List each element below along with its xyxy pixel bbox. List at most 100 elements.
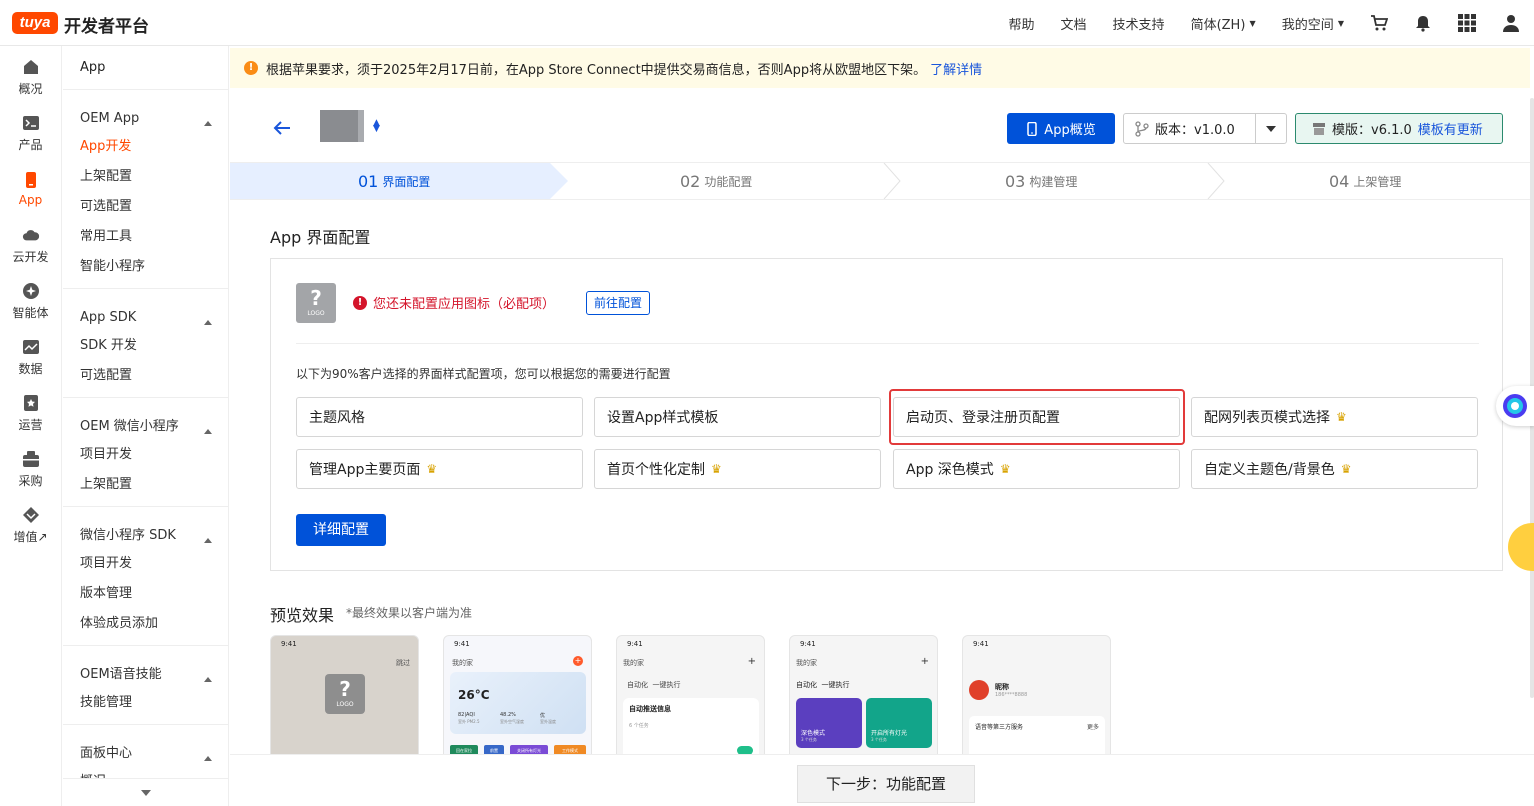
ai-assistant-button[interactable]	[1496, 386, 1534, 426]
sidebar-group-header[interactable]: App SDK	[80, 289, 228, 331]
preview-phone-home[interactable]: 9:41 我的家 + 26°C 82|AQI 室外 PM2.5 48.2% 室外…	[443, 635, 592, 765]
apps-grid-icon[interactable]	[1458, 14, 1476, 32]
next-step-button[interactable]: 下一步：功能配置	[797, 765, 975, 803]
sidebar-group-header[interactable]: 微信小程序 SDK	[80, 507, 228, 549]
version-dropdown-toggle[interactable]	[1256, 125, 1286, 132]
sidebar-item-miniprogram[interactable]: 智能小程序	[80, 252, 228, 282]
rail-label: 云开发	[12, 249, 49, 264]
option-label: 首页个性化定制	[607, 462, 705, 478]
app-overview-button[interactable]: App概览	[1007, 113, 1115, 144]
more-label: 更多	[1086, 724, 1099, 731]
step-4[interactable]: 04 上架管理	[1329, 163, 1401, 199]
rail-label: 采购	[18, 473, 43, 488]
bell-icon[interactable]	[1414, 14, 1432, 32]
status-time: 9:41	[973, 640, 989, 648]
warning-text: 您还未配置应用图标（必配项）	[373, 297, 556, 312]
back-arrow-icon[interactable]	[272, 118, 292, 138]
home-name: 我的家	[452, 659, 473, 667]
step-1[interactable]: 01 界面配置	[358, 163, 430, 199]
detail-config-button[interactable]: 详细配置	[296, 514, 386, 546]
option-dark-mode[interactable]: App 深色模式 ♛	[893, 449, 1180, 489]
option-app-template[interactable]: 设置App样式模板	[594, 397, 881, 437]
preview-phone-profile[interactable]: 9:41 昵称 186****8888 语音等第三方服务 更多	[962, 635, 1111, 765]
sidebar-group-header[interactable]: 面板中心	[80, 725, 228, 767]
logo-text: LOGO	[307, 310, 325, 317]
add-icon: +	[573, 656, 583, 666]
nickname: 昵称	[995, 683, 1009, 691]
step-number: 03	[1005, 171, 1026, 191]
version-selector[interactable]: 版本：v1.0.0	[1123, 113, 1287, 144]
preview-phone-splash[interactable]: 9:41 跳过 ? LOGO	[270, 635, 419, 765]
cart-box-icon	[22, 450, 40, 468]
preview-phone-scenes[interactable]: 9:41 我的家 + 自动化 一键执行 深色模式 3 个任务 开启所有灯光 3 …	[789, 635, 938, 765]
sidebar-item-listing[interactable]: 上架配置	[80, 162, 228, 192]
home-name: 我的家	[623, 659, 644, 667]
option-theme-style[interactable]: 主题风格	[296, 397, 583, 437]
sidebar-group-header[interactable]: OEM语音技能	[80, 646, 228, 688]
option-theme-color[interactable]: 自定义主题色/背景色 ♛	[1191, 449, 1478, 489]
banner-learn-more-link[interactable]: 了解详情	[930, 59, 982, 78]
sidebar-item-tools[interactable]: 常用工具	[80, 222, 228, 252]
support-link[interactable]: 技术支持	[1113, 14, 1165, 33]
rail-item-operation[interactable]: 运营	[0, 385, 61, 441]
branch-icon	[1135, 120, 1149, 137]
skip-label: 跳过	[396, 659, 410, 667]
rail-item-data[interactable]: 数据	[0, 329, 61, 385]
sidebar-item-optional[interactable]: 可选配置	[80, 192, 228, 222]
step-3[interactable]: 03 构建管理	[1005, 163, 1077, 199]
option-main-pages[interactable]: 管理App主要页面 ♛	[296, 449, 583, 489]
rail-item-app[interactable]: App	[0, 161, 61, 217]
step-label: 构建管理	[1029, 174, 1078, 189]
go-config-button[interactable]: 前往配置	[586, 291, 651, 315]
secondary-sidebar: App OEM App App开发 上架配置 可选配置 常用工具 智能小程序 A…	[63, 46, 229, 806]
language-label: 简体(ZH)	[1190, 17, 1246, 33]
user-icon[interactable]	[1502, 14, 1520, 32]
caret-up-icon	[204, 429, 212, 434]
platform-brand[interactable]: 开发者平台	[64, 12, 149, 37]
caret-down-icon: ▼	[1249, 18, 1256, 28]
step-2[interactable]: 02 功能配置	[680, 163, 752, 199]
sidebar-item-project-dev[interactable]: 项目开发	[80, 440, 228, 470]
rail-item-product[interactable]: 产品	[0, 105, 61, 161]
sidebar-item-sdk-dev[interactable]: SDK 开发	[80, 331, 228, 361]
rail-item-cloud[interactable]: 云开发	[0, 217, 61, 273]
app-icon-placeholder[interactable]: ? LOGO	[296, 283, 336, 323]
cart-icon[interactable]	[1370, 14, 1388, 32]
help-link[interactable]: 帮助	[1009, 14, 1035, 33]
sidebar-group-header[interactable]: OEM App	[80, 90, 228, 132]
sidebar-item-sdk-optional[interactable]: 可选配置	[80, 361, 228, 391]
sidebar-item-app-dev[interactable]: App开发	[80, 132, 228, 162]
template-version-button[interactable]: 模版：v6.1.0 模板有更新	[1295, 113, 1503, 144]
sidebar-item-skill-mgmt[interactable]: 技能管理	[80, 688, 228, 718]
step-label: 功能配置	[704, 174, 753, 189]
template-label: 模版：v6.1.0	[1332, 123, 1412, 138]
phone-number: 186****8888	[995, 692, 1028, 698]
preview-phone-automation[interactable]: 9:41 我的家 + 自动化 一键执行 自动推送信息 6 个任务	[616, 635, 765, 765]
sidebar-group-header[interactable]: OEM 微信小程序	[80, 398, 228, 440]
primary-nav-rail: 概况 产品 App 云开发 智能体 数据 运营 采购 增值↗	[0, 46, 62, 806]
caret-up-icon	[204, 677, 212, 682]
air-quality: 优	[540, 713, 546, 719]
option-home-custom[interactable]: 首页个性化定制 ♛	[594, 449, 881, 489]
rail-item-purchase[interactable]: 采购	[0, 441, 61, 497]
rail-item-value-added[interactable]: 增值↗	[0, 497, 61, 553]
sidebar-scroll-down[interactable]	[63, 778, 228, 806]
sidebar-item-test-members[interactable]: 体验成员添加	[80, 609, 228, 639]
sidebar-item-wechat-listing[interactable]: 上架配置	[80, 470, 228, 500]
card-sub: 3 个任务	[871, 737, 887, 742]
rail-item-overview[interactable]: 概况	[0, 49, 61, 105]
tuya-logo[interactable]: tuya	[12, 12, 58, 34]
rail-item-agent[interactable]: 智能体	[0, 273, 61, 329]
sidebar-item-wechat-project[interactable]: 项目开发	[80, 549, 228, 579]
divider	[296, 343, 1479, 344]
sidebar-top-app[interactable]: App	[63, 46, 228, 90]
docs-link[interactable]: 文档	[1061, 14, 1087, 33]
my-space-dropdown[interactable]: 我的空间 ▼	[1282, 14, 1344, 33]
template-update-link[interactable]: 模板有更新	[1418, 119, 1483, 138]
option-pairing-list-mode[interactable]: 配网列表页模式选择 ♛	[1191, 397, 1478, 437]
home-name: 我的家	[796, 659, 817, 667]
group-title: OEM 微信小程序	[80, 419, 179, 434]
sidebar-item-version-mgmt[interactable]: 版本管理	[80, 579, 228, 609]
language-dropdown[interactable]: 简体(ZH) ▼	[1191, 14, 1256, 33]
app-switch-icon[interactable]: ▲ ▼	[373, 119, 380, 134]
